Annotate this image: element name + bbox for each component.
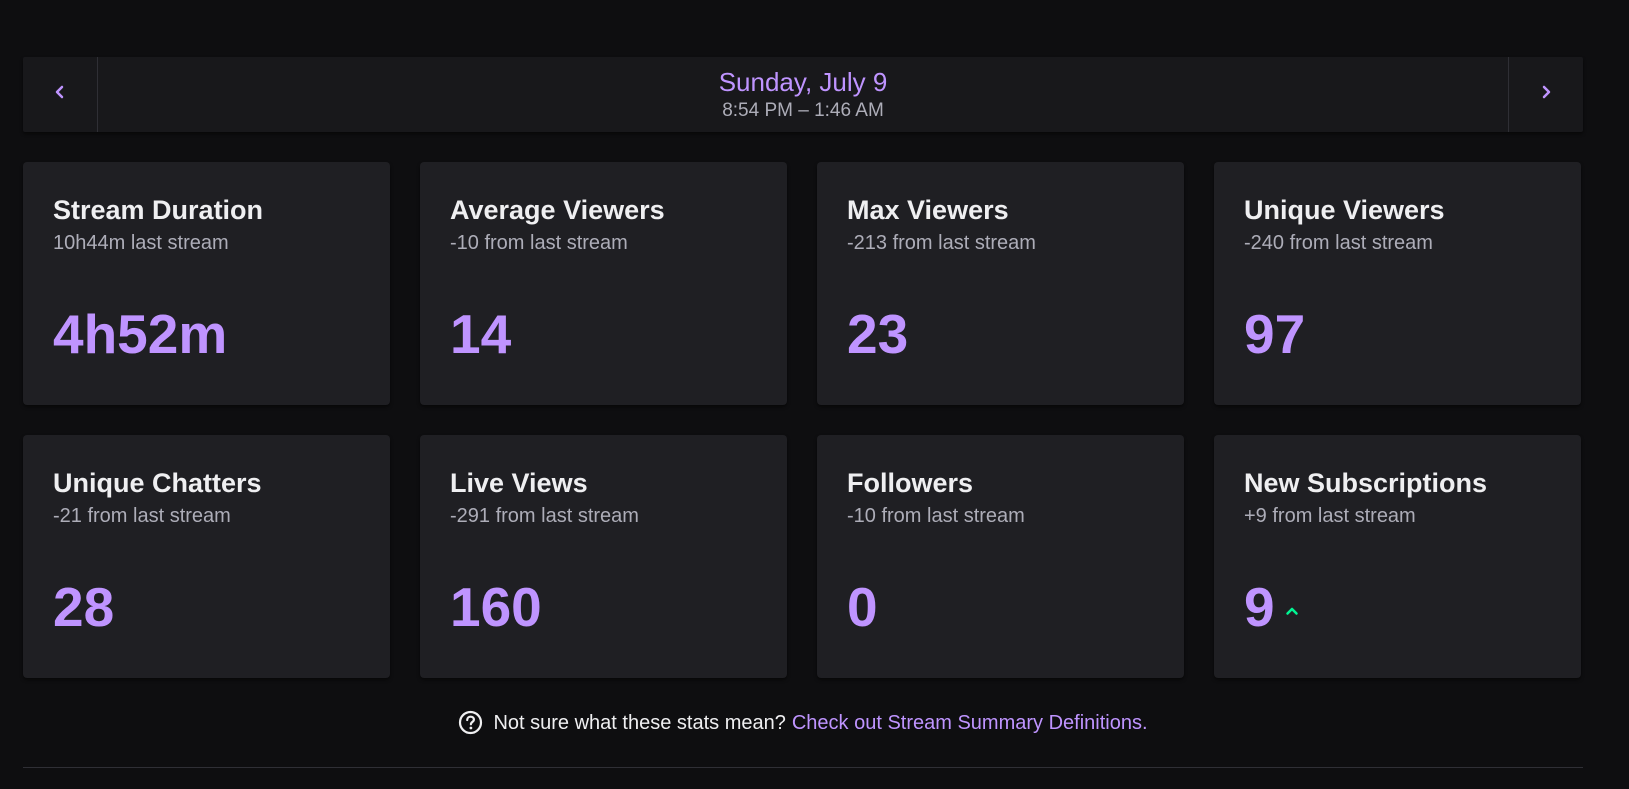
stat-comparison: +9 from last stream bbox=[1244, 505, 1416, 527]
chevron-up-icon bbox=[1285, 604, 1299, 618]
stat-comparison: -291 from last stream bbox=[450, 505, 639, 527]
stat-value: 9 bbox=[1244, 576, 1275, 638]
stat-value: 0 bbox=[847, 576, 878, 638]
stat-value: 4h52m bbox=[53, 303, 228, 365]
stat-value: 14 bbox=[450, 303, 512, 365]
next-stream-button[interactable] bbox=[1508, 57, 1583, 132]
stat-title: New Subscriptions bbox=[1244, 468, 1488, 498]
divider bbox=[23, 767, 1583, 768]
stat-card-followers: Followers -10 from last stream 0 bbox=[817, 435, 1184, 678]
stat-value: 28 bbox=[53, 576, 115, 638]
stat-comparison: -10 from last stream bbox=[847, 505, 1025, 527]
stat-comparison: -21 from last stream bbox=[53, 505, 231, 527]
stat-comparison: -240 from last stream bbox=[1244, 232, 1433, 254]
stat-title: Max Viewers bbox=[847, 195, 1009, 225]
stat-card-unique-chatters: Unique Chatters -21 from last stream 28 bbox=[23, 435, 390, 678]
question-circle-icon bbox=[458, 710, 483, 735]
stream-summary: Sunday, July 9 8:54 PM – 1:46 AM Stream … bbox=[23, 57, 1583, 768]
stats-help: Not sure what these stats mean? Check ou… bbox=[23, 710, 1583, 735]
stat-card-average-viewers: Average Viewers -10 from last stream 14 bbox=[420, 162, 787, 405]
stream-time-range: 8:54 PM – 1:46 AM bbox=[722, 99, 884, 121]
chevron-right-icon bbox=[1540, 85, 1552, 104]
stat-title: Live Views bbox=[450, 468, 588, 498]
date-navigation-bar: Sunday, July 9 8:54 PM – 1:46 AM bbox=[23, 57, 1583, 132]
date-display: Sunday, July 9 8:54 PM – 1:46 AM bbox=[98, 57, 1508, 132]
stat-title: Average Viewers bbox=[450, 195, 665, 225]
stat-comparison: -10 from last stream bbox=[450, 232, 628, 254]
stat-value: 97 bbox=[1244, 303, 1306, 365]
stat-value: 23 bbox=[847, 303, 909, 365]
stat-card-stream-duration: Stream Duration 10h44m last stream 4h52m bbox=[23, 162, 390, 405]
stream-summary-definitions-link[interactable]: Check out Stream Summary Definitions. bbox=[792, 711, 1148, 735]
stream-date: Sunday, July 9 bbox=[718, 66, 888, 97]
stat-title: Followers bbox=[847, 468, 974, 498]
stat-card-max-viewers: Max Viewers -213 from last stream 23 bbox=[817, 162, 1184, 405]
stat-card-new-subscriptions: New Subscriptions +9 from last stream 9 bbox=[1214, 435, 1581, 678]
chevron-left-icon bbox=[54, 85, 66, 104]
stat-card-live-views: Live Views -291 from last stream 160 bbox=[420, 435, 787, 678]
stat-comparison: 10h44m last stream bbox=[53, 232, 229, 254]
stats-grid: Stream Duration 10h44m last stream 4h52m… bbox=[23, 162, 1583, 678]
stat-title: Unique Chatters bbox=[53, 468, 262, 498]
help-text: Not sure what these stats mean? bbox=[493, 711, 786, 734]
stat-title: Stream Duration bbox=[53, 195, 264, 225]
stat-title: Unique Viewers bbox=[1244, 195, 1445, 225]
stat-comparison: -213 from last stream bbox=[847, 232, 1036, 254]
stat-value: 160 bbox=[450, 576, 542, 638]
stat-card-unique-viewers: Unique Viewers -240 from last stream 97 bbox=[1214, 162, 1581, 405]
previous-stream-button[interactable] bbox=[23, 57, 98, 132]
